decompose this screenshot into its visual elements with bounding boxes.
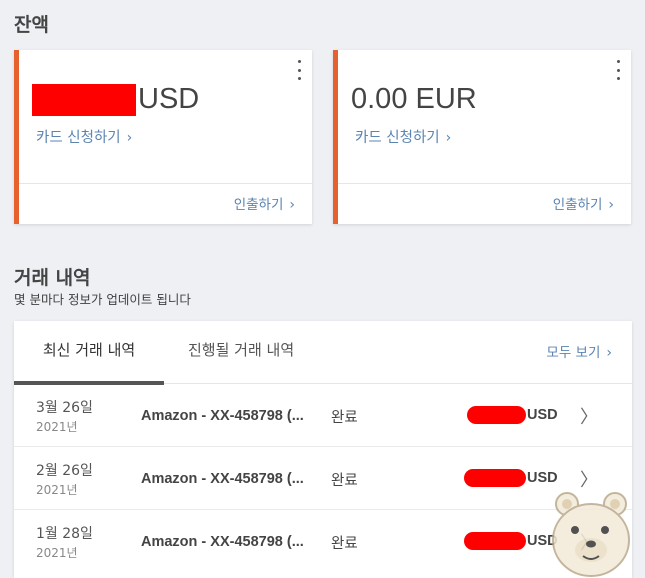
eur-amount-value: 0.00 — [351, 83, 408, 115]
transaction-status: 완료 — [331, 473, 358, 489]
redacted-amount — [467, 406, 526, 424]
chevron-right-icon: 〉 — [580, 407, 598, 428]
usd-currency-label: USD — [138, 83, 200, 115]
transaction-year: 2021년 — [36, 483, 78, 497]
transaction-row[interactable]: 1월 28일 2021년 Amazon - XX-458798 (... 완료 … — [14, 510, 632, 573]
view-all-label: 모두 보기 — [546, 345, 601, 361]
eur-apply-card-label: 카드 신청하기 — [355, 130, 440, 146]
transactions-subtitle: 몇 분마다 정보가 업데이트 됩니다 — [14, 292, 191, 307]
more-vert-icon[interactable] — [615, 60, 621, 80]
transaction-row[interactable]: 2월 26일 2021년 Amazon - XX-458798 (... 완료 … — [14, 447, 632, 510]
transaction-year: 2021년 — [36, 420, 78, 434]
transaction-status: 완료 — [331, 536, 358, 552]
transaction-amount: USD — [464, 532, 558, 550]
transaction-date: 2월 26일 — [36, 463, 93, 479]
transaction-year: 2021년 — [36, 546, 78, 560]
transaction-description: Amazon - XX-458798 (... — [141, 408, 304, 424]
eur-apply-card-link[interactable]: 카드 신청하기 › — [355, 126, 451, 147]
eur-withdraw-link[interactable]: 인출하기 › — [553, 193, 614, 213]
transaction-description: Amazon - XX-458798 (... — [141, 471, 304, 487]
usd-withdraw-label: 인출하기 — [233, 197, 284, 213]
usd-withdraw-link[interactable]: 인출하기 › — [234, 193, 295, 213]
usd-balance-amount: USD — [32, 83, 199, 116]
transaction-tabs: 최신 거래 내역 진행될 거래 내역 모두 보기 › — [14, 321, 632, 385]
chevron-right-icon: › — [289, 197, 295, 213]
eur-currency-label: EUR — [415, 83, 477, 115]
transaction-amount: USD — [464, 469, 558, 487]
transaction-date: 1월 28일 — [36, 526, 93, 542]
balance-heading: 잔액 — [14, 14, 49, 36]
transaction-amount: USD — [467, 406, 558, 424]
transaction-row[interactable]: 3월 26일 2021년 Amazon - XX-458798 (... 완료 … — [14, 384, 632, 447]
usd-apply-card-label: 카드 신청하기 — [36, 130, 121, 146]
bear-mascot-icon — [552, 492, 630, 577]
transactions-panel: 최신 거래 내역 진행될 거래 내역 모두 보기 › 3월 26일 2021년 A… — [14, 321, 632, 578]
transaction-currency: USD — [527, 407, 558, 423]
tab-pending-transactions[interactable]: 진행될 거래 내역 — [188, 321, 294, 384]
eur-balance-amount: 0.00 EUR — [351, 83, 477, 116]
usd-apply-card-link[interactable]: 카드 신청하기 › — [36, 126, 132, 147]
view-all-link[interactable]: 모두 보기 › — [546, 341, 612, 361]
chevron-right-icon: › — [608, 197, 614, 213]
eur-balance-card: 0.00 EUR 카드 신청하기 › 인출하기 › — [333, 50, 631, 224]
transaction-date: 3월 26일 — [36, 400, 93, 416]
card-divider — [338, 183, 631, 184]
card-divider — [19, 183, 312, 184]
chevron-right-icon: › — [445, 130, 452, 146]
transaction-description: Amazon - XX-458798 (... — [141, 534, 304, 550]
transactions-heading: 거래 내역 — [14, 267, 91, 289]
more-vert-icon[interactable] — [296, 60, 302, 80]
tab-recent-transactions[interactable]: 최신 거래 내역 — [14, 321, 164, 385]
transaction-status: 완료 — [331, 410, 358, 426]
eur-withdraw-label: 인출하기 — [552, 197, 603, 213]
usd-balance-card: USD 카드 신청하기 › 인출하기 › — [14, 50, 312, 224]
chevron-right-icon: › — [606, 345, 612, 361]
redacted-amount — [464, 469, 526, 487]
chevron-right-icon: › — [126, 130, 133, 146]
transaction-currency: USD — [527, 470, 558, 486]
redacted-amount — [464, 532, 526, 550]
redacted-amount — [32, 83, 136, 116]
